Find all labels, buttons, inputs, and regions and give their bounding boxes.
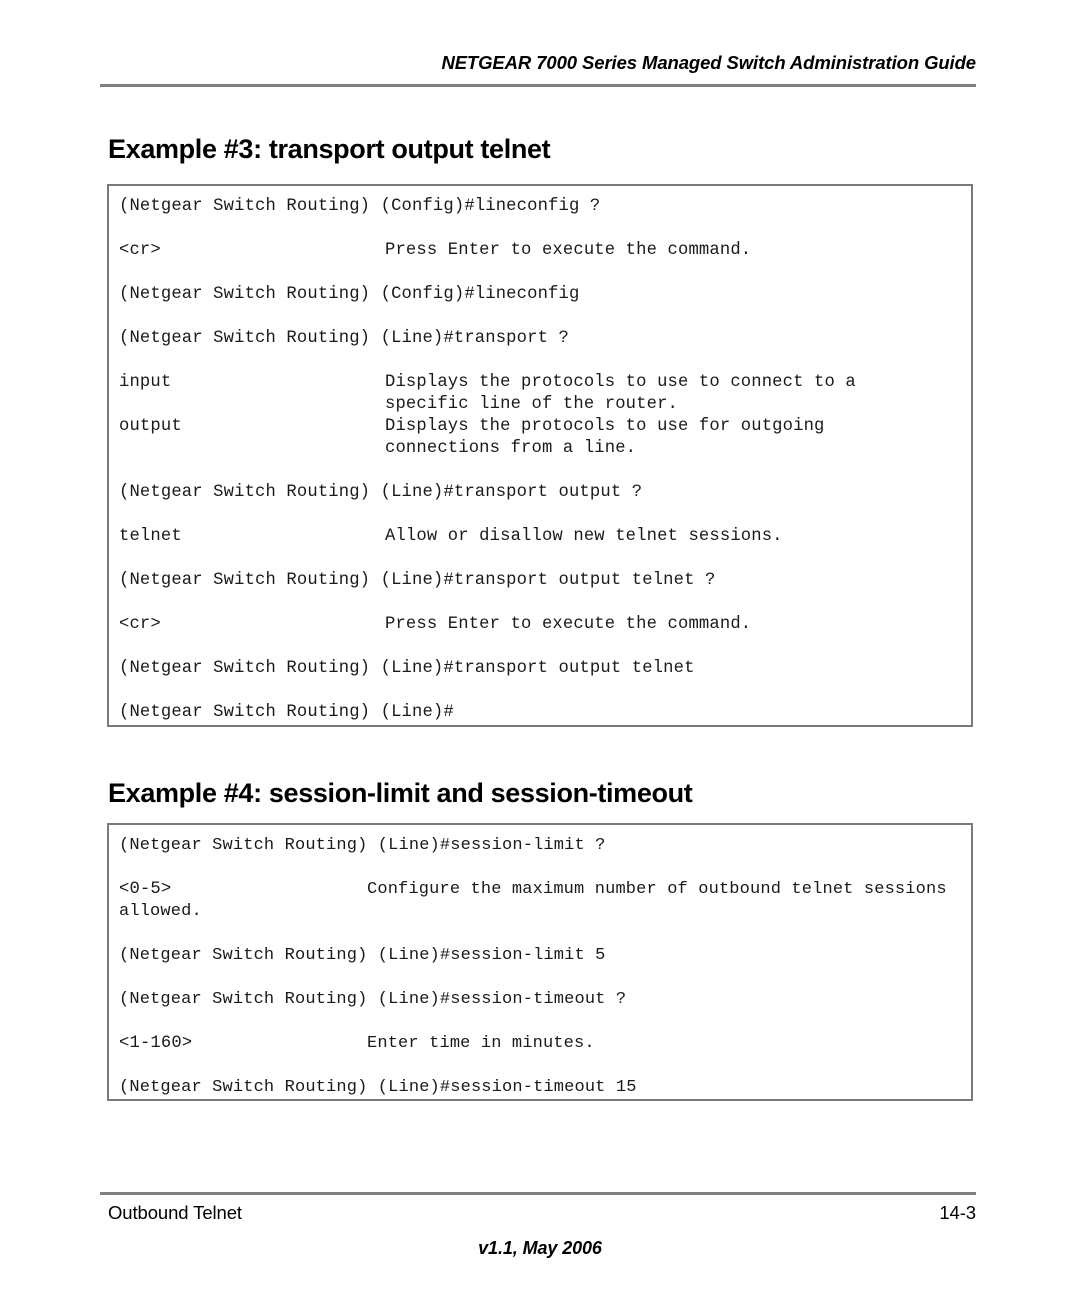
code-command-text: (Netgear Switch Routing) (Line)#session-…	[119, 1078, 637, 1097]
header-rule	[100, 84, 976, 87]
code-parameter-description: Displays the protocols to use to connect…	[385, 373, 856, 392]
code-parameter-description: Configure the maximum number of outbound…	[367, 880, 947, 899]
code-line-parameter: <1-160> Enter time in minutes.	[119, 1033, 971, 1055]
code-command-text: (Netgear Switch Routing) (Line)#transpor…	[119, 571, 716, 590]
footer-rule	[100, 1192, 976, 1195]
code-parameter-description: Press Enter to execute the command.	[385, 241, 752, 260]
code-line-command: (Netgear Switch Routing) (Line)#transpor…	[119, 482, 971, 504]
code-parameter-name: output	[119, 417, 182, 436]
code-line-command: (Netgear Switch Routing) (Line)#session-…	[119, 1077, 971, 1099]
code-command-text: (Netgear Switch Routing) (Config)#lineco…	[119, 197, 601, 216]
section-heading-example-3: Example #3: transport output telnet	[108, 134, 551, 165]
footer-section-label: Outbound Telnet	[108, 1202, 242, 1223]
code-line-command: (Netgear Switch Routing) (Line)#session-…	[119, 989, 971, 1011]
document-page: NETGEAR 7000 Series Managed Switch Admin…	[0, 0, 1080, 1296]
code-line-parameter: specific line of the router.	[119, 394, 971, 416]
code-parameter-description: Press Enter to execute the command.	[385, 615, 752, 634]
code-line-command: (Netgear Switch Routing) (Line)#transpor…	[119, 328, 971, 350]
code-line-parameter: input Displays the protocols to use to co…	[119, 372, 971, 394]
code-lines-example-4: (Netgear Switch Routing) (Line)#session-…	[109, 825, 971, 1099]
code-command-text: (Netgear Switch Routing) (Line)#	[119, 703, 454, 722]
code-line-parameter: output Displays the protocols to use for …	[119, 416, 971, 438]
code-parameter-name: <cr>	[119, 241, 161, 260]
code-line-command: (Netgear Switch Routing) (Line)#	[119, 702, 971, 724]
code-line-parameter: connections from a line.	[119, 438, 971, 460]
code-command-text: allowed.	[119, 902, 202, 921]
code-command-text: (Netgear Switch Routing) (Line)#transpor…	[119, 329, 569, 348]
code-line-parameter: <cr> Press Enter to execute the command.	[119, 240, 971, 262]
code-line-command: (Netgear Switch Routing) (Line)#transpor…	[119, 658, 971, 680]
footer-page-number: 14-3	[939, 1202, 976, 1223]
code-line-command: (Netgear Switch Routing) (Line)#session-…	[119, 835, 971, 857]
code-line-command: (Netgear Switch Routing) (Line)#session-…	[119, 945, 971, 967]
code-line-command: (Netgear Switch Routing) (Line)#transpor…	[119, 570, 971, 592]
footer-version: v1.1, May 2006	[478, 1238, 602, 1258]
code-parameter-description: connections from a line.	[385, 439, 637, 458]
code-command-text: (Netgear Switch Routing) (Line)#session-…	[119, 990, 627, 1009]
code-line-command: (Netgear Switch Routing) (Config)#lineco…	[119, 196, 971, 218]
running-header-title: NETGEAR 7000 Series Managed Switch Admin…	[441, 52, 976, 73]
code-block-example-3: (Netgear Switch Routing) (Config)#lineco…	[107, 184, 973, 727]
code-parameter-description: Allow or disallow new telnet sessions.	[385, 527, 783, 546]
code-command-text: (Netgear Switch Routing) (Config)#lineco…	[119, 285, 580, 304]
code-line-parameter: <0-5> Configure the maximum number of out…	[119, 879, 971, 901]
code-line-command: allowed.	[119, 901, 971, 923]
code-parameter-description: Enter time in minutes.	[367, 1034, 595, 1053]
code-parameter-description: specific line of the router.	[385, 395, 678, 414]
code-parameter-name: input	[119, 373, 172, 392]
code-lines-example-3: (Netgear Switch Routing) (Config)#lineco…	[109, 186, 971, 724]
code-parameter-name: <0-5>	[119, 880, 172, 899]
code-parameter-name: <1-160>	[119, 1034, 193, 1053]
code-line-parameter: <cr> Press Enter to execute the command.	[119, 614, 971, 636]
code-parameter-name: telnet	[119, 527, 182, 546]
code-line-parameter: telnet Allow or disallow new telnet sessi…	[119, 526, 971, 548]
code-parameter-description: Displays the protocols to use for outgoi…	[385, 417, 825, 436]
code-block-example-4: (Netgear Switch Routing) (Line)#session-…	[107, 823, 973, 1101]
code-command-text: (Netgear Switch Routing) (Line)#transpor…	[119, 659, 695, 678]
code-command-text: (Netgear Switch Routing) (Line)#session-…	[119, 836, 606, 855]
code-line-command: (Netgear Switch Routing) (Config)#lineco…	[119, 284, 971, 306]
code-command-text: (Netgear Switch Routing) (Line)#session-…	[119, 946, 606, 965]
code-command-text: (Netgear Switch Routing) (Line)#transpor…	[119, 483, 643, 502]
running-header: NETGEAR 7000 Series Managed Switch Admin…	[100, 52, 976, 74]
section-heading-example-4: Example #4: session-limit and session-ti…	[108, 778, 693, 809]
code-parameter-name: <cr>	[119, 615, 161, 634]
